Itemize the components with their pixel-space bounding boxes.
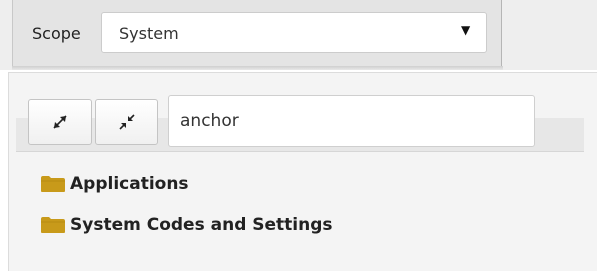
tree-item-label: Applications [70,174,189,194]
scope-select-value: System [119,24,179,43]
collapse-arrows-icon [118,114,135,130]
tree-item-applications[interactable]: Applications [40,172,189,196]
scope-label: Scope [32,24,81,43]
search-input[interactable] [168,95,535,147]
expand-all-button[interactable] [28,99,92,145]
tree-item-label: System Codes and Settings [70,215,333,235]
dropdown-arrow-icon[interactable]: ▼ [461,24,470,36]
tree-item-system-codes-and-settings[interactable]: System Codes and Settings [40,213,333,237]
expand-arrows-icon [53,115,67,129]
folder-icon [41,176,65,192]
scope-select[interactable]: System [101,12,487,53]
scope-container-shadow [12,66,503,70]
collapse-all-button[interactable] [95,99,158,145]
folder-icon [41,217,65,233]
